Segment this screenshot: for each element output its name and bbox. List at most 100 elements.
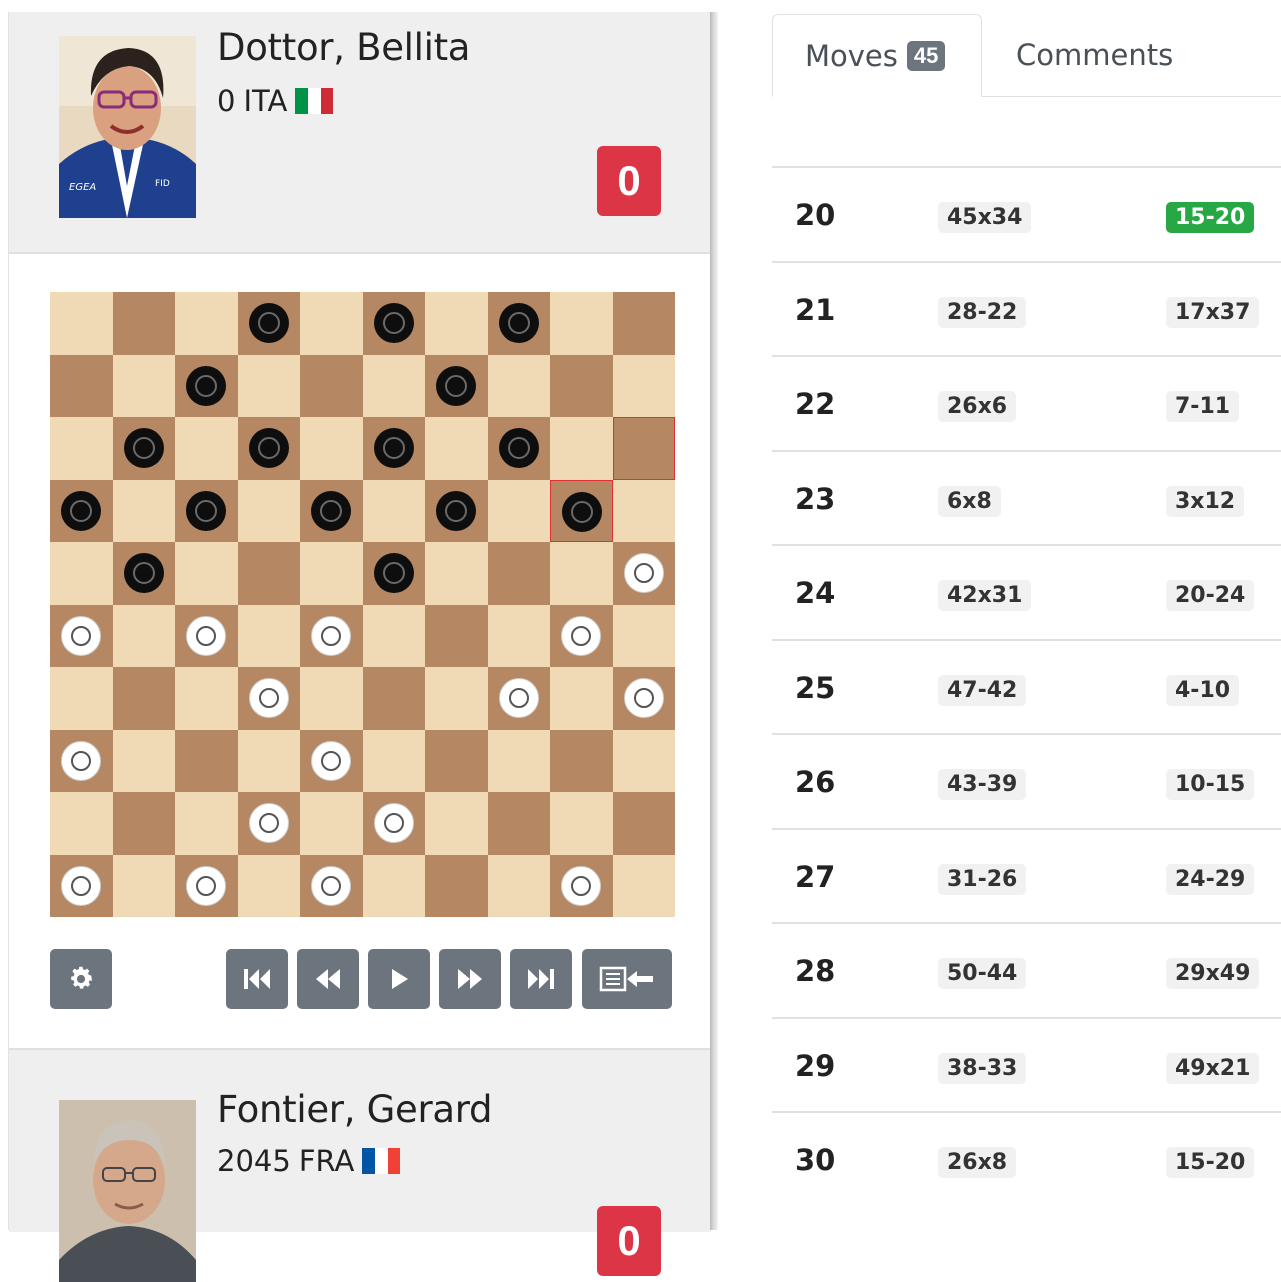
white-piece[interactable] — [311, 740, 351, 781]
board-square[interactable] — [300, 792, 363, 855]
white-piece[interactable] — [373, 803, 414, 843]
board-square[interactable] — [175, 542, 238, 605]
white-move[interactable]: 43-39 — [938, 769, 1027, 800]
black-move[interactable]: 4-10 — [1166, 674, 1240, 706]
black-move[interactable]: 29x49 — [1166, 958, 1260, 989]
board-square[interactable] — [237, 292, 300, 355]
black-piece[interactable] — [311, 490, 351, 531]
board-square[interactable] — [237, 417, 300, 480]
white-move[interactable]: 42x31 — [938, 580, 1032, 611]
white-piece[interactable] — [311, 615, 351, 656]
board-square[interactable] — [175, 667, 238, 730]
board-square[interactable] — [362, 354, 425, 417]
white-piece[interactable] — [498, 678, 539, 718]
first-move-button[interactable] — [226, 949, 288, 1009]
board-square[interactable] — [50, 729, 113, 792]
board-square[interactable] — [487, 667, 550, 730]
move-list-toggle-button[interactable] — [582, 949, 672, 1009]
play-button[interactable] — [368, 949, 430, 1009]
white-piece[interactable] — [561, 615, 601, 656]
board-square[interactable] — [425, 667, 488, 730]
board-square[interactable] — [362, 292, 425, 355]
black-piece[interactable] — [436, 365, 476, 406]
board-square[interactable] — [175, 729, 238, 792]
black-piece[interactable] — [248, 428, 289, 468]
board-square[interactable] — [550, 854, 613, 917]
white-piece[interactable] — [561, 865, 601, 906]
previous-move-button[interactable] — [297, 949, 359, 1009]
black-piece[interactable] — [436, 490, 476, 531]
board-square[interactable] — [487, 292, 550, 355]
white-move[interactable]: 28-22 — [938, 296, 1027, 328]
black-move[interactable]: 20-24 — [1166, 580, 1255, 611]
board-square[interactable] — [550, 292, 613, 355]
board-square[interactable] — [300, 854, 363, 917]
black-move[interactable]: 7-11 — [1166, 391, 1240, 422]
board-square[interactable] — [300, 479, 363, 542]
white-piece[interactable] — [248, 803, 289, 843]
white-piece[interactable] — [248, 678, 289, 718]
board-square[interactable] — [425, 354, 488, 417]
white-move[interactable]: 47-42 — [938, 674, 1027, 706]
board-square[interactable] — [50, 354, 113, 417]
white-piece[interactable] — [61, 615, 101, 656]
black-piece[interactable] — [186, 365, 226, 406]
black-piece[interactable] — [61, 490, 101, 531]
board-square[interactable] — [50, 292, 113, 355]
white-piece[interactable] — [623, 678, 664, 718]
board-square[interactable] — [175, 479, 238, 542]
white-move[interactable]: 26x8 — [938, 1147, 1017, 1178]
board-square[interactable] — [487, 604, 550, 667]
board-square[interactable] — [362, 667, 425, 730]
board-square[interactable] — [362, 854, 425, 917]
board-square[interactable] — [487, 792, 550, 855]
board-square[interactable] — [550, 354, 613, 417]
black-piece[interactable] — [373, 428, 414, 468]
board-square[interactable] — [612, 792, 675, 855]
board-square[interactable] — [362, 417, 425, 480]
board-square[interactable] — [300, 604, 363, 667]
board-square[interactable] — [425, 604, 488, 667]
white-piece[interactable] — [61, 865, 101, 906]
board-square[interactable] — [112, 542, 175, 605]
board-square[interactable] — [362, 542, 425, 605]
board-square[interactable] — [112, 667, 175, 730]
board-square[interactable] — [550, 729, 613, 792]
board-square[interactable] — [487, 417, 550, 480]
next-move-button[interactable] — [439, 949, 501, 1009]
board-square[interactable] — [237, 354, 300, 417]
board-square[interactable] — [362, 792, 425, 855]
last-move-button[interactable] — [510, 949, 572, 1009]
board-square[interactable] — [300, 354, 363, 417]
board-square[interactable] — [487, 354, 550, 417]
board-square[interactable] — [612, 854, 675, 917]
board-square[interactable] — [175, 354, 238, 417]
black-move[interactable]: 49x21 — [1166, 1052, 1260, 1084]
board-square[interactable] — [300, 542, 363, 605]
board-square[interactable] — [50, 604, 113, 667]
board-square[interactable] — [362, 604, 425, 667]
board-square[interactable] — [300, 729, 363, 792]
board-square[interactable] — [612, 292, 675, 355]
black-piece[interactable] — [373, 303, 414, 343]
board-square[interactable] — [237, 792, 300, 855]
black-move[interactable]: 24-29 — [1166, 863, 1255, 895]
black-move[interactable]: 17x37 — [1166, 296, 1260, 328]
board-square[interactable] — [612, 729, 675, 792]
black-piece[interactable] — [498, 428, 539, 468]
board-square[interactable] — [300, 667, 363, 730]
board-square[interactable] — [50, 479, 113, 542]
board-square[interactable] — [612, 354, 675, 417]
board-square[interactable] — [237, 854, 300, 917]
black-piece[interactable] — [498, 303, 539, 343]
board-square[interactable] — [50, 792, 113, 855]
board-square[interactable] — [237, 729, 300, 792]
white-piece[interactable] — [186, 615, 226, 656]
draughts-board[interactable] — [50, 292, 675, 917]
black-piece[interactable] — [186, 490, 226, 531]
board-square[interactable] — [50, 417, 113, 480]
board-square[interactable] — [550, 604, 613, 667]
board-square[interactable] — [112, 854, 175, 917]
board-square[interactable] — [112, 792, 175, 855]
board-square[interactable] — [487, 542, 550, 605]
